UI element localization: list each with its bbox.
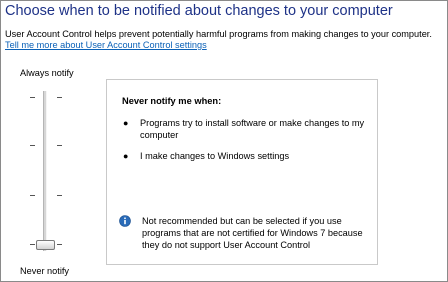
- slider-top-label: Always notify: [20, 68, 74, 78]
- slider-tick-right-3: [57, 195, 62, 196]
- uac-learn-more-link[interactable]: Tell me more about User Account Control …: [5, 40, 207, 50]
- slider-bottom-label: Never notify: [20, 266, 70, 276]
- slider-tick-right-2: [57, 145, 62, 146]
- panel-heading: Never notify me when:: [122, 96, 222, 106]
- panel-list-item: Programs try to install software or make…: [140, 118, 365, 140]
- bullet-icon: ●: [123, 118, 129, 128]
- level-description-panel: Never notify me when: ● Programs try to …: [106, 79, 378, 265]
- slider-tick-left-4: [30, 244, 35, 245]
- slider-track[interactable]: [43, 91, 47, 251]
- uac-description: User Account Control helps prevent poten…: [5, 29, 432, 39]
- uac-settings-window: Choose when to be notified about changes…: [0, 0, 448, 282]
- page-title: Choose when to be notified about changes…: [5, 3, 393, 19]
- slider-thumb[interactable]: [36, 240, 55, 250]
- slider-tick-left-3: [30, 195, 35, 196]
- info-icon: [119, 215, 131, 227]
- slider-tick-right-4: [57, 244, 62, 245]
- bullet-icon: ●: [123, 151, 129, 161]
- slider-tick-left-2: [30, 145, 35, 146]
- notification-level-slider[interactable]: [29, 83, 63, 263]
- slider-tick-left-1: [30, 97, 35, 98]
- panel-list-item: I make changes to Windows settings: [140, 151, 290, 161]
- panel-note: Not recommended but can be selected if y…: [142, 216, 363, 250]
- slider-tick-right-1: [57, 97, 62, 98]
